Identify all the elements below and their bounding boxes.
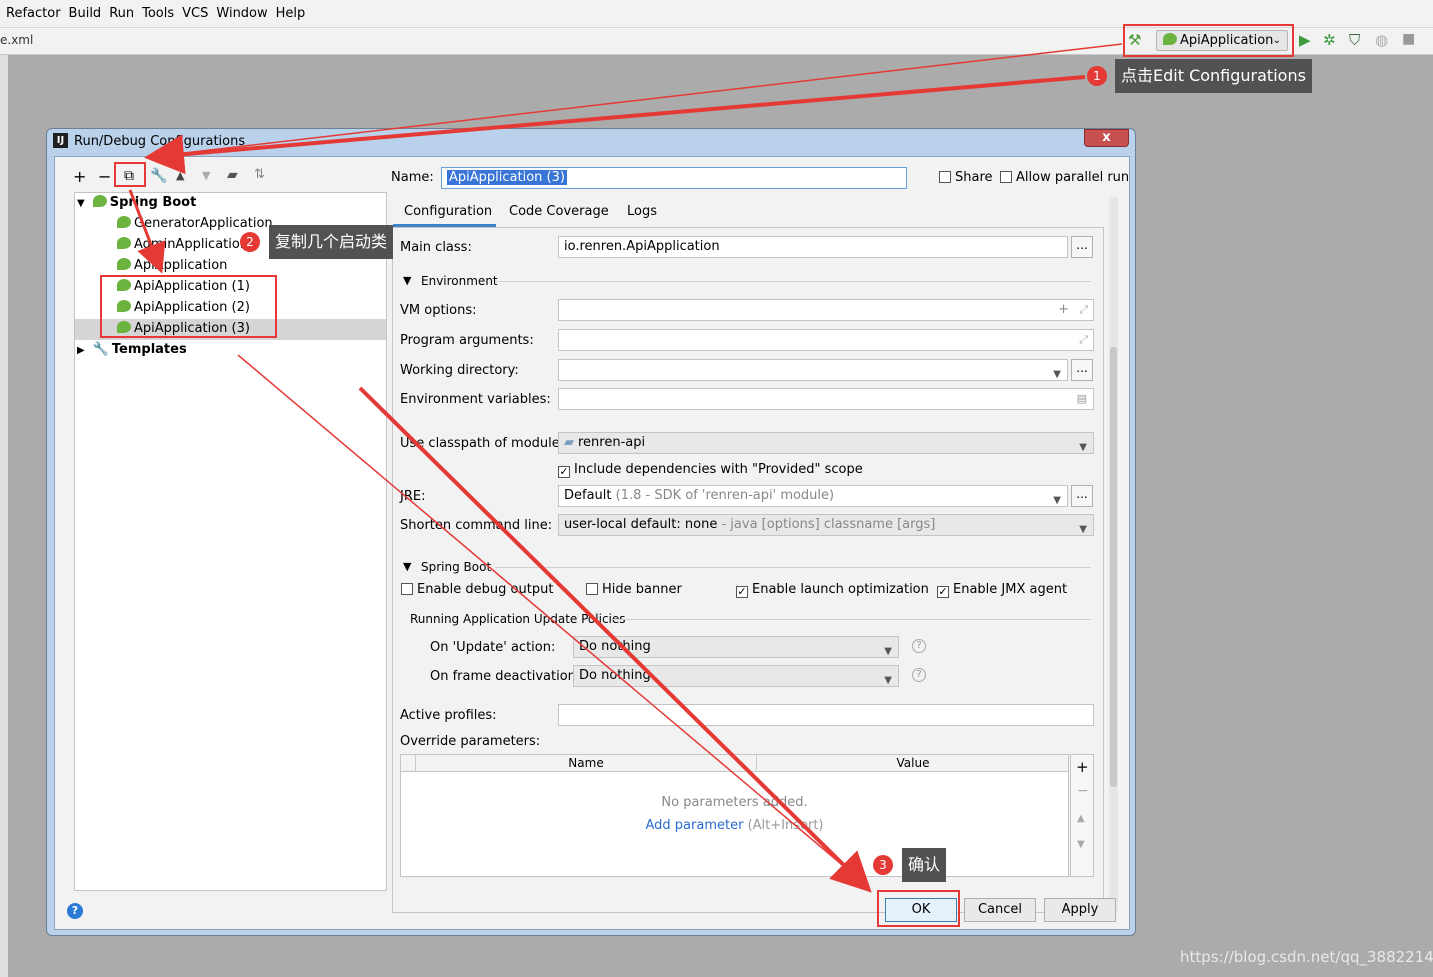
arrow-to-configs [128, 189, 166, 274]
arrow-to-ok-button [358, 386, 872, 893]
arrow-thin-1 [149, 43, 1123, 158]
annotation-arrows [128, 43, 1123, 893]
arrow-to-copy-button [144, 75, 1086, 175]
watermark: https://blog.csdn.net/qq_38822141 [1180, 948, 1433, 966]
arrow-thin-2 [237, 354, 867, 886]
